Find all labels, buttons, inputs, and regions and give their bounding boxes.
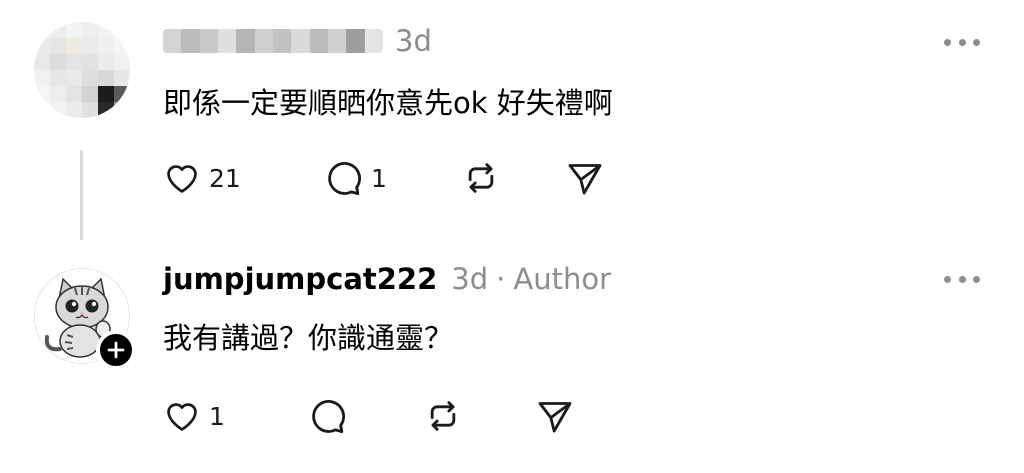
heart-icon	[167, 403, 197, 431]
timestamp[interactable]: 3d	[451, 262, 488, 296]
reply-post: 3d 即係一定要順晒你意先ok 好失禮啊 21 1	[0, 0, 1024, 240]
timestamp[interactable]: 3d	[395, 24, 432, 58]
heart-icon	[167, 165, 197, 193]
comment-count: 1	[371, 163, 387, 193]
post-header: 3d	[163, 20, 432, 62]
post-text: 我有講過？你識通靈？	[163, 321, 454, 355]
repost-icon	[468, 163, 494, 193]
more-icon[interactable]	[944, 274, 980, 284]
like-count: 21	[209, 163, 241, 193]
share-button[interactable]	[535, 394, 575, 438]
author-reply-post: jumpjumpcat222 3d · Author 我有講過？你識通靈？ 1	[0, 240, 1024, 473]
username-redacted[interactable]	[163, 29, 383, 53]
action-bar: 21 1	[163, 156, 605, 200]
pixelated-avatar-icon	[34, 22, 130, 118]
repost-icon	[430, 401, 456, 431]
comment-icon	[328, 162, 362, 196]
like-button[interactable]: 1	[163, 394, 267, 438]
post-header: jumpjumpcat222 3d · Author	[163, 258, 611, 300]
share-icon	[538, 402, 572, 433]
separator: ·	[496, 262, 506, 296]
author-tag: Author	[513, 262, 612, 296]
plus-icon	[107, 341, 125, 359]
thread-line	[80, 150, 83, 240]
post-text: 即係一定要順晒你意先ok 好失禮啊	[163, 86, 613, 120]
comment-button[interactable]: 1	[323, 156, 461, 200]
repost-button[interactable]	[461, 156, 565, 200]
repost-button[interactable]	[423, 394, 535, 438]
username[interactable]: jumpjumpcat222	[163, 262, 437, 296]
like-button[interactable]: 21	[163, 156, 267, 200]
action-bar: 1	[163, 394, 575, 438]
share-icon	[568, 164, 602, 195]
follow-button[interactable]	[96, 330, 136, 370]
share-button[interactable]	[565, 156, 605, 200]
more-icon[interactable]	[944, 37, 980, 47]
comment-icon	[312, 400, 346, 434]
like-count: 1	[209, 401, 225, 431]
avatar[interactable]	[34, 22, 130, 118]
